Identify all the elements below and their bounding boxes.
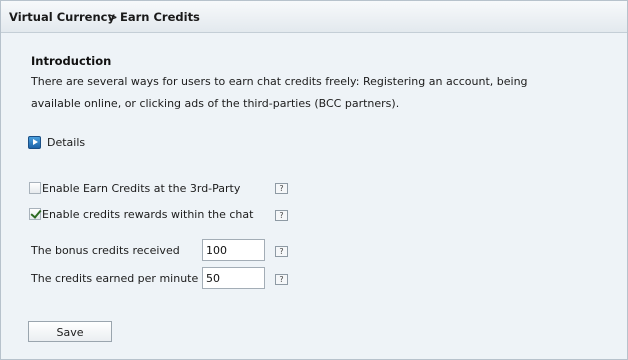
- play-triangle-icon: [28, 135, 41, 149]
- help-icon[interactable]: ?: [275, 183, 288, 194]
- help-icon[interactable]: ?: [275, 274, 288, 285]
- save-button[interactable]: Save: [28, 321, 112, 342]
- details-label: Details: [47, 135, 86, 149]
- credits-per-minute-input[interactable]: [202, 267, 265, 289]
- option-third-party-row: Enable Earn Credits at the 3rd-Party: [29, 181, 240, 195]
- help-icon[interactable]: ?: [275, 210, 288, 221]
- enable-chat-rewards-checkbox[interactable]: [29, 208, 41, 220]
- breadcrumb-earn-credits: Earn Credits: [120, 10, 200, 24]
- enable-third-party-checkbox[interactable]: [29, 182, 41, 194]
- bonus-credits-input[interactable]: [202, 239, 265, 261]
- enable-chat-rewards-label[interactable]: Enable credits rewards within the chat: [42, 208, 253, 221]
- introduction-heading: Introduction: [31, 54, 112, 68]
- earn-credits-panel: Virtual Currency > Earn Credits Introduc…: [0, 0, 628, 360]
- details-toggle[interactable]: Details: [28, 134, 85, 150]
- option-chat-rewards-row: Enable credits rewards within the chat: [29, 207, 253, 221]
- breadcrumb: Virtual Currency > Earn Credits: [1, 1, 627, 33]
- help-icon[interactable]: ?: [275, 246, 288, 257]
- credits-per-minute-label: The credits earned per minute: [31, 272, 199, 285]
- enable-third-party-label[interactable]: Enable Earn Credits at the 3rd-Party: [42, 182, 240, 195]
- breadcrumb-virtual-currency[interactable]: Virtual Currency: [9, 10, 115, 24]
- introduction-text: There are several ways for users to earn…: [31, 75, 528, 110]
- bonus-credits-label: The bonus credits received: [31, 244, 180, 257]
- breadcrumb-separator: >: [108, 10, 118, 24]
